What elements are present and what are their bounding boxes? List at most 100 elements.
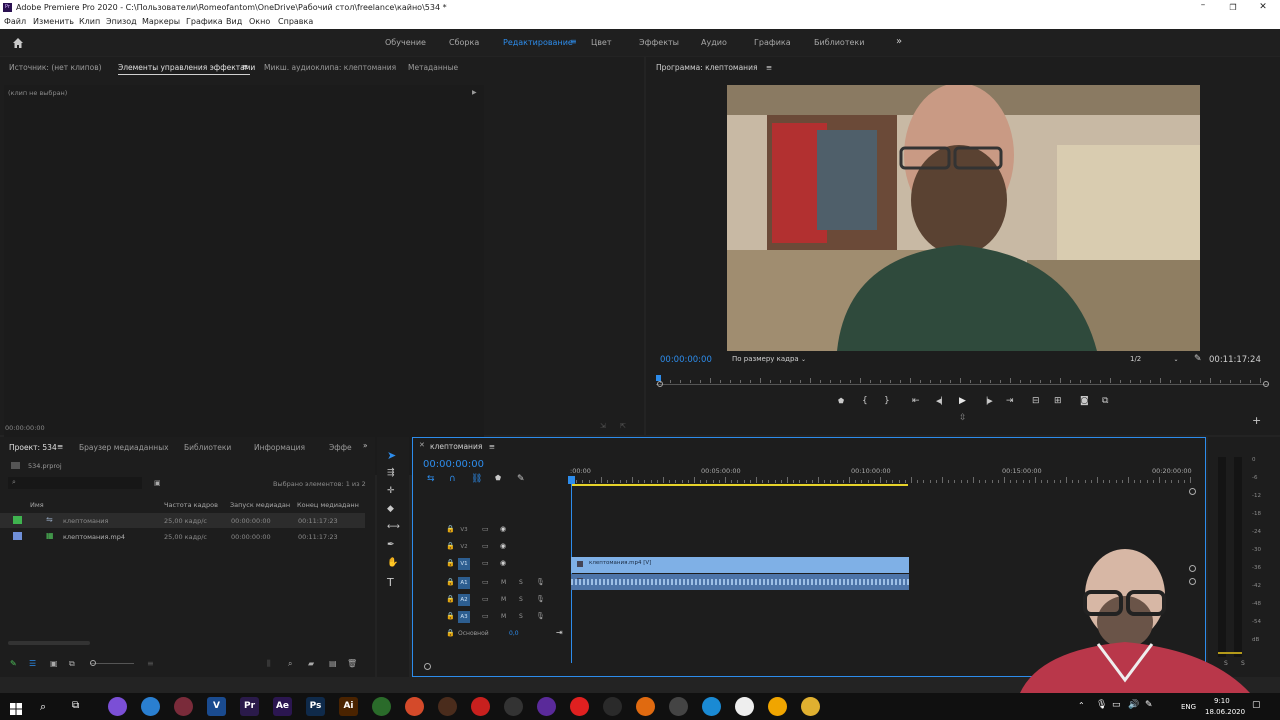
maximize-button[interactable]: ❐ (1226, 0, 1240, 15)
razor-tool-icon[interactable]: ◆ (387, 505, 394, 514)
notifications-icon[interactable]: ▢ (1252, 701, 1261, 710)
pen-ink-icon[interactable]: ✎ (1145, 701, 1153, 710)
workspace-tab[interactable]: Сборка (449, 38, 479, 47)
step-forward-icon[interactable]: ▕▶ (982, 398, 993, 405)
taskbar-app-icon[interactable] (702, 697, 721, 716)
menu-item[interactable]: Вид (226, 17, 242, 26)
close-button[interactable]: ✕ (1256, 0, 1270, 15)
sync-lock-icon[interactable]: ▭ (482, 595, 489, 603)
new-item-icon[interactable]: ▤ (329, 659, 337, 668)
source-panel-tab[interactable]: Микш. аудиоклипа: клептомания (264, 63, 396, 72)
source-panel-tab[interactable]: Источник: (нет клипов) (9, 63, 102, 72)
play-icon[interactable]: ▶ (959, 397, 966, 406)
wrench-icon[interactable]: ✎ (1194, 354, 1202, 364)
go-to-out-icon[interactable]: ⇥ (1006, 397, 1014, 406)
taskbar-app-icon[interactable] (801, 697, 820, 716)
timeline-settings-icon[interactable]: ✎ (517, 475, 525, 484)
track-header[interactable]: 🔒 A1 ▭ M S 🎙 (413, 576, 570, 592)
menu-item[interactable]: Клип (79, 17, 100, 26)
scroll-start-handle[interactable] (657, 381, 663, 387)
filter-icon[interactable]: ⇲ (600, 422, 606, 430)
project-column-header[interactable]: Имя (30, 501, 44, 509)
trash-icon[interactable]: 🗑 (347, 659, 357, 668)
microphone-icon[interactable]: 🎙 (1096, 701, 1107, 710)
taskbar-app-icon[interactable]: Ae (273, 697, 292, 716)
workspace-tab[interactable]: Обучение (385, 38, 426, 47)
taskbar-app-icon[interactable] (471, 697, 490, 716)
menu-item[interactable]: Графика (186, 17, 223, 26)
comparison-view-icon[interactable]: ⧉ (1102, 397, 1108, 406)
search-icon[interactable]: ⌕ (40, 701, 46, 712)
list-view-icon[interactable]: ☰ (29, 659, 36, 668)
taskbar-app-icon[interactable] (669, 697, 688, 716)
tray-chevron-icon[interactable]: ⌃ (1078, 702, 1085, 710)
automate-icon[interactable]: ⫼ (267, 659, 271, 669)
project-panel-tab[interactable]: Информация (254, 443, 305, 452)
scroll-end-handle[interactable] (1263, 381, 1269, 387)
type-tool-icon[interactable]: T (387, 577, 394, 588)
home-icon[interactable] (12, 37, 24, 49)
language-indicator[interactable]: ENG (1181, 703, 1196, 711)
volume-icon[interactable]: 🔊 (1128, 701, 1139, 710)
hand-tool-icon[interactable]: ✋ (387, 559, 398, 568)
workspaces-more-button[interactable]: » (896, 36, 902, 47)
workspace-menu-icon[interactable]: ≡ (570, 37, 577, 46)
mute-button[interactable]: M (501, 596, 506, 603)
close-sequence-icon[interactable]: ✕ (419, 441, 425, 449)
track-target[interactable]: A2 (458, 594, 470, 606)
work-area-bar[interactable] (572, 484, 908, 486)
lock-icon[interactable]: 🔒 (446, 629, 455, 637)
track-header[interactable]: 🔒 A3 ▭ M S 🎙 (413, 610, 570, 626)
lock-icon[interactable]: 🔒 (446, 559, 455, 567)
sync-lock-icon[interactable]: ▭ (482, 612, 489, 620)
workspace-tab[interactable]: Цвет (591, 38, 612, 47)
taskbar-app-icon[interactable]: Ai (339, 697, 358, 716)
audio-clip[interactable] (571, 574, 909, 590)
eye-icon[interactable]: ◉ (500, 525, 506, 533)
taskbar-app-icon[interactable] (438, 697, 457, 716)
add-button-icon[interactable]: + (1252, 415, 1261, 426)
ripple-edit-tool-icon[interactable]: ✛ (387, 487, 395, 496)
taskbar-app-icon[interactable] (405, 697, 424, 716)
task-view-icon[interactable]: ⧉ (72, 701, 79, 711)
lock-icon[interactable]: 🔒 (446, 612, 455, 620)
minimize-button[interactable]: – (1196, 0, 1210, 15)
microphone-icon[interactable]: 🎙 (536, 578, 545, 586)
lock-icon[interactable]: 🔒 (446, 525, 455, 533)
sequence-tab[interactable]: клептомания ≡ (430, 442, 495, 451)
program-scrub-bar[interactable] (656, 375, 1269, 387)
taskbar-app-icon[interactable]: Pr (240, 697, 259, 716)
taskbar-app-icon[interactable] (504, 697, 523, 716)
taskbar-app-icon[interactable] (174, 697, 193, 716)
project-panel-tab[interactable]: Эффе (329, 443, 352, 452)
track-target[interactable]: V3 (458, 524, 470, 536)
camera-icon[interactable]: ◙ (1080, 397, 1089, 406)
project-item-row[interactable]: ⇋ клептомания 25,00 кадр/с 00:00:00:00 00:11… (0, 513, 365, 528)
go-to-end-icon[interactable]: ⇥ (556, 628, 563, 637)
taskbar-app-icon[interactable] (108, 697, 127, 716)
program-monitor-title[interactable]: Программа: клептомания ≡ (656, 63, 772, 72)
zoom-slider[interactable] (90, 660, 134, 666)
sync-lock-icon[interactable]: ▭ (482, 525, 489, 533)
menu-item[interactable]: Справка (278, 17, 313, 26)
track-target[interactable]: A1 (458, 577, 470, 589)
solo-button[interactable]: S (519, 596, 523, 603)
menu-item[interactable]: Окно (249, 17, 270, 26)
taskbar-app-icon[interactable] (372, 697, 391, 716)
workspace-tab[interactable]: Аудио (701, 38, 727, 47)
project-panel-tab[interactable]: Библиотеки (184, 443, 231, 452)
menu-item[interactable]: Изменить (33, 17, 74, 26)
panel-menu-icon[interactable]: ≡ (489, 442, 495, 451)
clock-date[interactable]: 18.06.2020 (1205, 708, 1245, 716)
expand-arrow-icon[interactable]: ▶ (472, 89, 477, 96)
workspace-tab[interactable]: Графика (754, 38, 791, 47)
step-back-icon[interactable]: ◀▏ (936, 398, 947, 405)
taskbar-app-icon[interactable] (141, 697, 160, 716)
workspace-tab[interactable]: Библиотеки (814, 38, 864, 47)
mute-button[interactable]: M (501, 613, 506, 620)
panel-menu-icon[interactable]: ≡ (57, 442, 63, 451)
sort-icon[interactable]: ≡ (147, 659, 154, 668)
taskbar-app-icon[interactable] (603, 697, 622, 716)
linked-selection-icon[interactable]: ⛓ (471, 475, 482, 484)
go-to-in-icon[interactable]: ⇤ (912, 397, 920, 406)
